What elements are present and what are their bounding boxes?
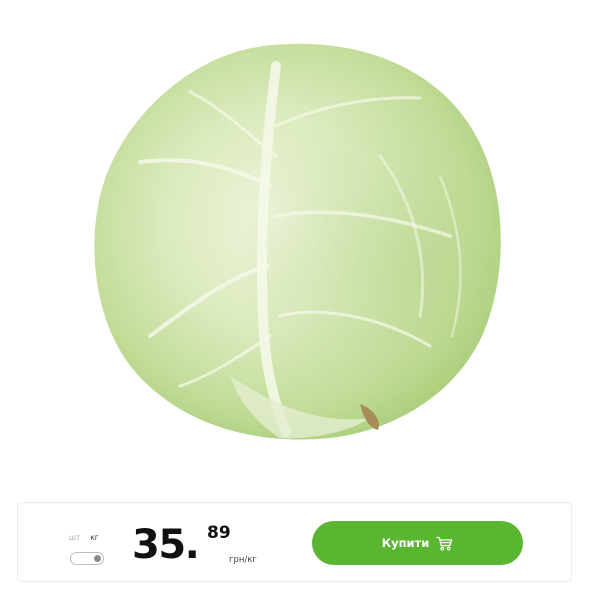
unit-toggle[interactable] — [70, 552, 104, 565]
price-integer: 35. — [132, 522, 200, 568]
cart-icon — [436, 536, 453, 550]
unit-option-kg[interactable]: кг — [90, 533, 98, 542]
buy-button-label: Купити — [381, 536, 430, 550]
cabbage-photo — [94, 43, 501, 440]
buy-button[interactable]: Купити — [312, 521, 523, 565]
unit-option-pieces[interactable]: шт — [69, 533, 80, 542]
buy-panel: шт кг 35. 89 грн/кг Купити — [17, 502, 572, 582]
unit-labels: шт кг — [69, 533, 113, 542]
product-image — [80, 36, 510, 456]
price-unit: грн/кг — [229, 555, 257, 565]
price-fraction: 89 — [207, 523, 231, 543]
unit-switch[interactable]: шт кг — [69, 533, 113, 565]
toggle-knob — [94, 555, 101, 562]
